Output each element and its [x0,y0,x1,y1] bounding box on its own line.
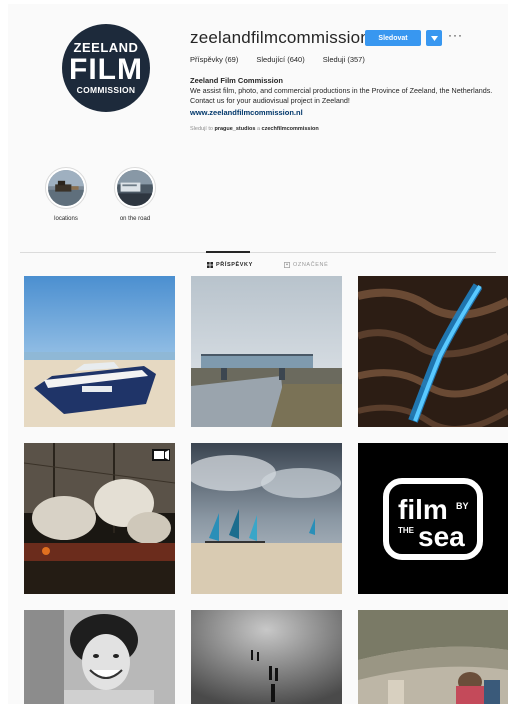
avatar-text-film: FILM [69,53,143,87]
tagged-icon [284,262,290,268]
highlight-thumbnail [48,170,84,206]
following-count[interactable]: Sleduji (357) [323,55,365,64]
post-film-by-the-sea-logo[interactable]: film BY THE sea [358,443,508,594]
tab-posts-label: PŘÍSPĚVKY [216,262,253,268]
profile-username: zeelandfilmcommission [190,28,370,47]
video-icon [154,451,164,459]
logo-the: THE [398,526,415,535]
bio-link[interactable]: www.zeelandfilmcommission.nl [190,108,303,117]
avatar-text-commission: COMMISSION [76,85,136,96]
profile-page: ZEELAND FILM COMMISSION zeelandfilmcommi… [8,4,508,704]
suggested-dropdown-button[interactable] [426,30,442,46]
highlight-ring [114,167,156,209]
followers-count[interactable]: Sledující (640) [256,55,304,64]
tabs-divider [20,252,496,253]
follow-button[interactable]: Sledovat [365,30,421,46]
tab-posts[interactable]: PŘÍSPĚVKY [207,262,253,268]
post-sand-yachts[interactable] [191,443,342,594]
posts-count[interactable]: Příspěvky (69) [190,55,238,64]
highlight-on-the-road[interactable]: on the road [105,167,165,222]
highlight-ring [45,167,87,209]
bio-text: We assist film, photo, and commercial pr… [190,86,493,105]
logo-sea: sea [418,521,465,552]
logo-by: BY [456,501,469,511]
bio-name: Zeeland Film Commission [190,76,283,85]
followed-by-name: prague_studios [214,126,256,132]
active-tab-indicator [206,251,250,253]
highlight-label: locations [54,216,78,222]
followed-by[interactable]: Sledují to prague_studios a czechfilmcom… [190,126,319,132]
followed-by-other: czechfilmcommission [261,126,319,132]
tab-tagged-label: OZNAČENÉ [293,262,329,268]
film-by-the-sea-logo: film BY THE sea [358,443,508,594]
highlight-locations[interactable]: locations [36,167,96,222]
post-glowing-waves[interactable] [358,276,508,427]
post-ship-cannon-smoke[interactable] [24,443,175,594]
followed-by-separator: a [256,126,261,132]
post-boat-beach[interactable] [24,276,175,427]
profile-stats: Příspěvky (69) Sledující (640) Sleduji (… [190,55,365,64]
grid-icon [207,262,213,268]
post-dune-people[interactable] [358,610,508,704]
followed-by-prefix: Sledují to [190,126,213,132]
more-options-button[interactable]: ··· [448,28,463,42]
post-laughing-woman[interactable] [24,610,175,704]
tab-tagged[interactable]: OZNAČENÉ [284,262,328,268]
post-glass-building[interactable] [191,276,342,427]
highlight-thumbnail [117,170,153,206]
chevron-down-icon [430,35,438,41]
profile-avatar[interactable]: ZEELAND FILM COMMISSION [62,24,150,112]
post-beach-walkers[interactable] [191,610,342,704]
highlight-label: on the road [119,216,151,222]
